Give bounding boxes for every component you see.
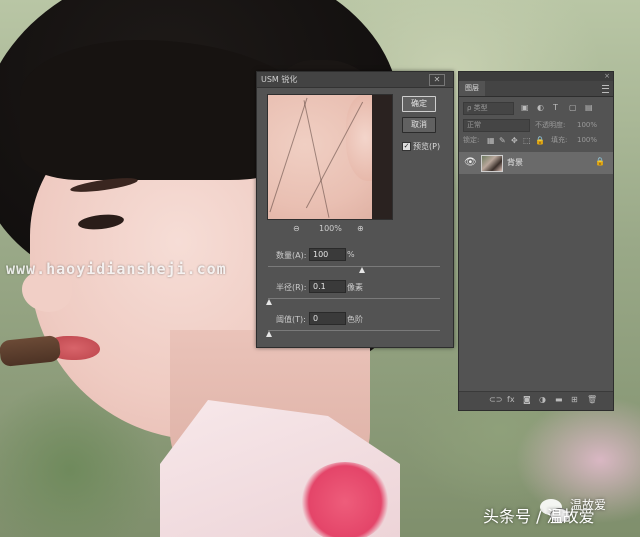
amount-unit: % — [347, 250, 355, 259]
ok-button[interactable]: 确定 — [402, 96, 436, 112]
radius-input[interactable]: 0.1 — [309, 280, 346, 293]
panel-close-icon[interactable]: × — [604, 72, 610, 80]
dialog-titlebar[interactable]: USM 锐化 ✕ — [257, 72, 453, 88]
pixel-filter-icon[interactable]: ▣ — [521, 102, 529, 113]
lock-label: 锁定: — [463, 136, 480, 144]
cancel-button[interactable]: 取消 — [402, 117, 436, 133]
flower-pattern — [300, 462, 390, 537]
adjustment-icon[interactable]: ◑ — [539, 395, 546, 404]
blend-mode-select[interactable]: 正常 — [463, 119, 530, 132]
usm-sharpen-dialog: USM 锐化 ✕ 确定 取消 ✓ 预览(P) ⊖ 100% ⊕ 数量(A): 1… — [256, 71, 454, 348]
preview-checkbox-label: 预览(P) — [413, 142, 441, 151]
lock-position-icon[interactable]: ✥ — [511, 135, 518, 146]
panel-tabbar: 图层 — [459, 81, 613, 97]
layer-filter-kind[interactable]: ρ 类型 — [463, 102, 514, 115]
mask-icon[interactable]: ◙ — [523, 395, 531, 404]
preview-hair-strand — [303, 100, 330, 218]
radius-unit: 像素 — [347, 283, 363, 292]
threshold-slider-thumb[interactable] — [266, 331, 272, 337]
zoom-out-icon[interactable]: ⊖ — [293, 224, 300, 233]
preview-checkbox[interactable]: ✓ — [402, 142, 411, 151]
panel-header-strip: × — [459, 72, 613, 81]
zoom-level: 100% — [319, 224, 342, 233]
site-watermark: www.haoyidiansheji.com — [6, 260, 227, 278]
close-icon[interactable]: ✕ — [429, 74, 445, 86]
credit-label: 头条号 / 温故爱 — [483, 507, 595, 526]
threshold-label: 阈值(T): — [276, 315, 306, 324]
panel-menu-icon[interactable] — [602, 85, 609, 93]
visibility-eye-icon[interactable]: 👁 — [464, 157, 477, 168]
amount-slider-thumb[interactable] — [359, 267, 365, 273]
radius-slider-thumb[interactable] — [266, 299, 272, 305]
layer-lock-icon: 🔒 — [595, 157, 605, 166]
shape-filter-icon[interactable]: ▢ — [569, 102, 577, 113]
fill-label: 填充: — [551, 136, 568, 144]
threshold-unit: 色阶 — [347, 315, 363, 324]
preview-hair-strand — [269, 97, 308, 213]
zoom-in-icon[interactable]: ⊕ — [357, 224, 364, 233]
radius-label: 半径(R): — [276, 283, 307, 292]
link-icon[interactable]: ⊂⊃ — [489, 395, 502, 404]
layer-thumbnail — [481, 155, 503, 172]
fill-value[interactable]: 100% — [577, 135, 597, 146]
layers-panel: × 图层 ρ 类型 ▣ ◐ T ▢ ▤ 正常 不透明度: 100% 锁定: ▦ … — [458, 71, 614, 411]
trash-icon[interactable]: 🗑 — [587, 395, 597, 404]
lock-all-icon[interactable]: 🔒 — [535, 135, 545, 146]
new-layer-icon[interactable]: ⊞ — [571, 395, 578, 404]
amount-input[interactable]: 100 — [309, 248, 346, 261]
layer-name: 背景 — [507, 158, 523, 167]
lock-image-icon[interactable]: ✎ — [499, 135, 506, 146]
layer-row-background[interactable]: 👁 背景 🔒 — [459, 152, 613, 174]
panel-footer: ⊂⊃ fx ◙ ◑ ▬ ⊞ 🗑 — [459, 391, 613, 410]
amount-slider-track[interactable] — [268, 266, 440, 267]
preview-hair — [372, 95, 392, 219]
fx-icon[interactable]: fx — [507, 395, 515, 404]
lock-artboard-icon[interactable]: ⬚ — [523, 135, 531, 146]
amount-label: 数量(A): — [276, 251, 307, 260]
threshold-slider-track[interactable] — [268, 330, 440, 331]
opacity-value[interactable]: 100% — [577, 120, 597, 131]
adjustment-filter-icon[interactable]: ◐ — [537, 102, 544, 113]
lock-transparent-icon[interactable]: ▦ — [487, 135, 495, 146]
folder-icon[interactable]: ▬ — [555, 395, 563, 404]
dialog-title: USM 锐化 — [261, 75, 298, 84]
radius-slider-track[interactable] — [268, 298, 440, 299]
tab-layers[interactable]: 图层 — [459, 81, 485, 96]
filter-preview[interactable] — [267, 94, 393, 220]
smart-filter-icon[interactable]: ▤ — [585, 102, 593, 113]
threshold-input[interactable]: 0 — [309, 312, 346, 325]
opacity-label: 不透明度: — [535, 121, 566, 129]
type-filter-icon[interactable]: T — [553, 102, 558, 113]
branch — [0, 334, 62, 368]
